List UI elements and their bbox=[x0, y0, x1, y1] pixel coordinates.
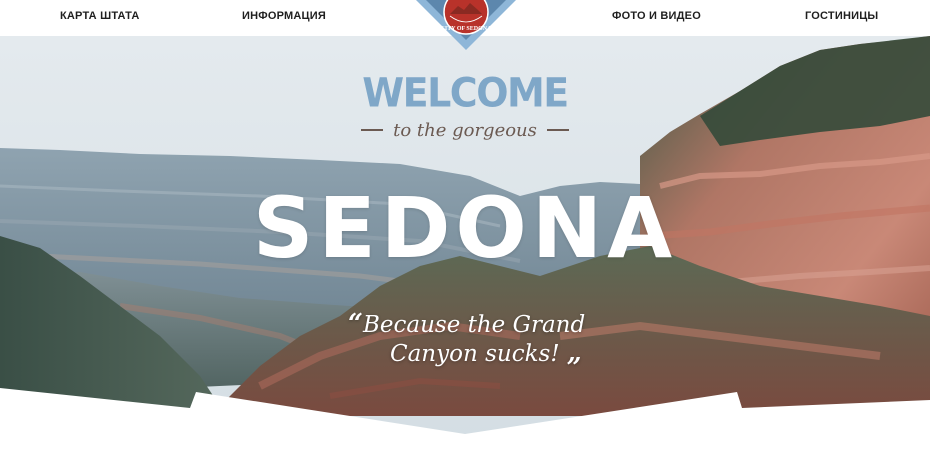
hero-section: WELCOME to the gorgeous SEDONA “Because … bbox=[0, 36, 930, 470]
logo-text: CITY OF SEDONA bbox=[441, 26, 493, 32]
quote-line-2: Canyon sucks! „ bbox=[348, 339, 608, 368]
quote-line-2-text: Canyon sucks! bbox=[390, 341, 560, 367]
tagline-text: to the gorgeous bbox=[393, 119, 537, 141]
quote-line-1-text: Because the Grand bbox=[362, 312, 586, 338]
nav-link-state-map[interactable]: КАРТА ШТАТА bbox=[60, 10, 140, 22]
welcome-heading: WELCOME bbox=[362, 69, 569, 117]
nav-link-information[interactable]: ИНФОРМАЦИЯ bbox=[242, 10, 326, 22]
tagline-row: to the gorgeous bbox=[0, 118, 930, 142]
hero-quote: “Because the Grand Canyon sucks! „ bbox=[348, 310, 608, 368]
nav-link-photo-video[interactable]: ФОТО И ВИДЕО bbox=[612, 10, 701, 22]
city-seal-logo[interactable]: CITY OF SEDONA bbox=[414, 0, 518, 50]
quote-line-1: “Because the Grand bbox=[348, 310, 608, 339]
tagline-right-divider bbox=[546, 129, 569, 131]
hero-title: SEDONA bbox=[252, 179, 678, 277]
quote-open-mark: “ bbox=[348, 309, 363, 339]
tagline-left-divider bbox=[361, 129, 384, 131]
quote-close-mark: „ bbox=[566, 338, 582, 368]
nav-link-hotels[interactable]: ГОСТИНИЦЫ bbox=[805, 10, 878, 22]
